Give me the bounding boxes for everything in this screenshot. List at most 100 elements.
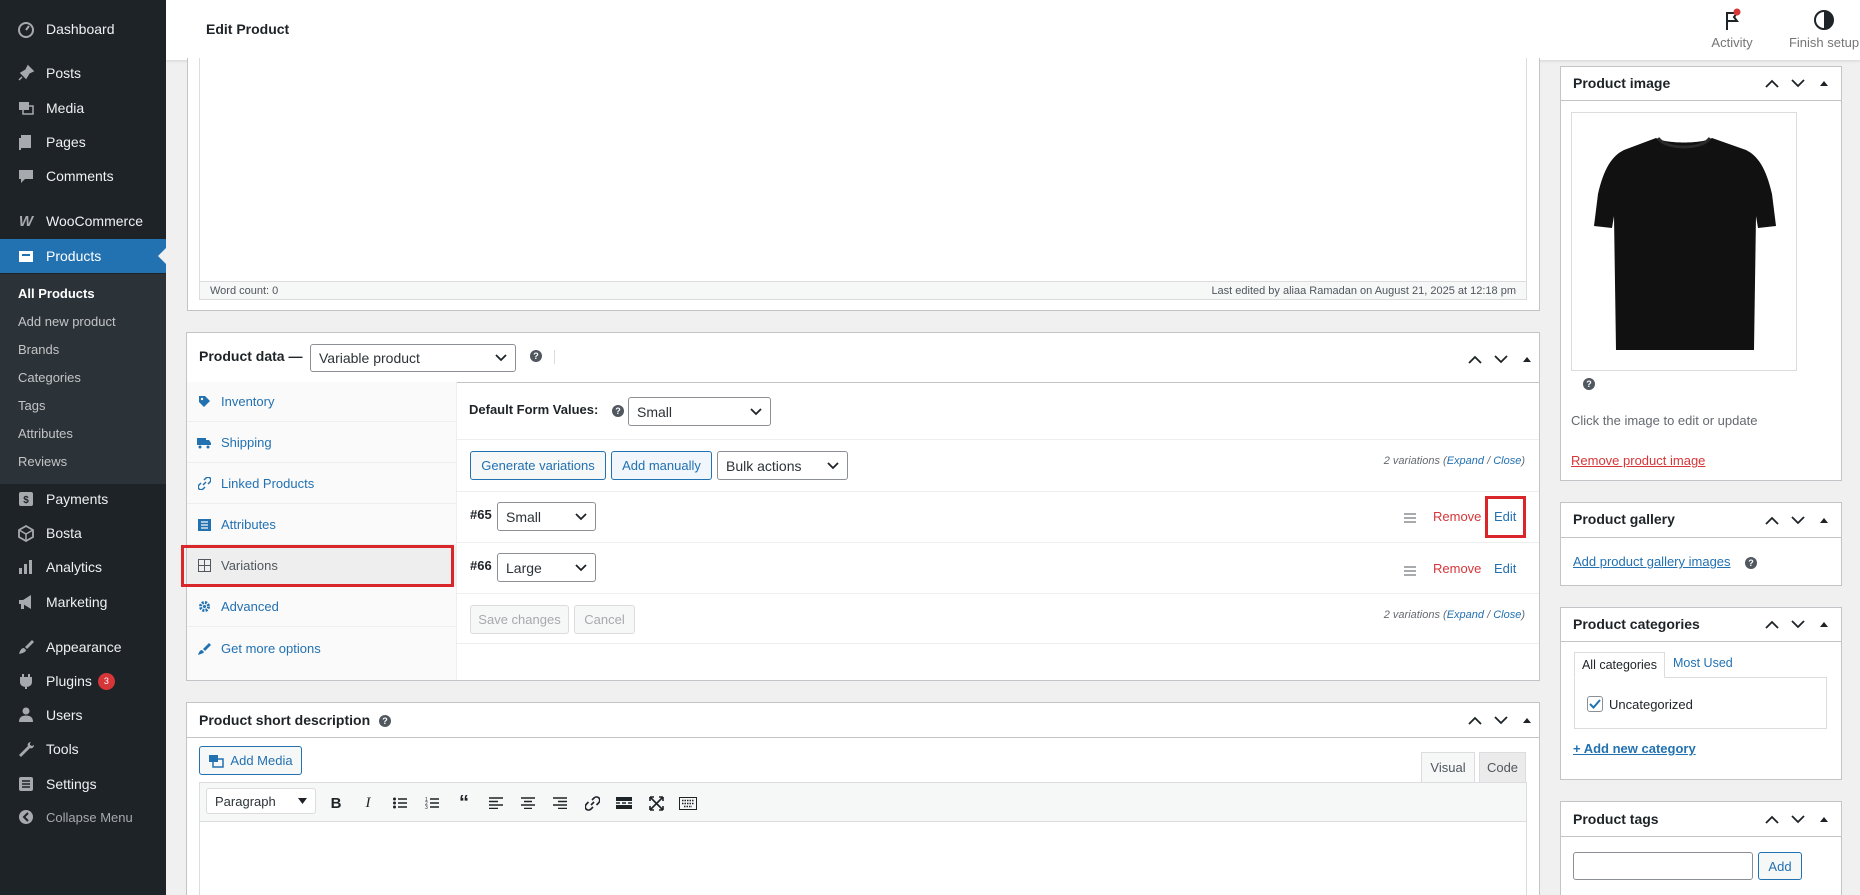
bulk-actions-select[interactable]: Bulk actions — [717, 451, 848, 480]
help-icon[interactable]: ? — [530, 350, 542, 362]
numbered-list-icon[interactable]: 123 — [421, 792, 443, 814]
close-link[interactable]: Close — [1493, 455, 1521, 467]
product-type-select[interactable]: Variable product — [310, 344, 516, 372]
help-icon[interactable]: ? — [1745, 557, 1757, 569]
save-changes-button[interactable]: Save changes — [470, 605, 569, 634]
link-icon[interactable] — [581, 792, 603, 814]
move-down-icon[interactable] — [1789, 511, 1807, 529]
submenu-attributes[interactable]: Attributes — [18, 426, 73, 441]
cancel-button[interactable]: Cancel — [574, 605, 635, 634]
submenu-add-new-product[interactable]: Add new product — [18, 314, 116, 329]
tab-attributes[interactable]: Attributes — [187, 505, 457, 545]
edit-variation-link[interactable]: Edit — [1494, 509, 1516, 524]
help-icon[interactable]: ? — [379, 715, 391, 727]
drag-handle-icon[interactable] — [1404, 511, 1416, 526]
expand-link[interactable]: Expand — [1447, 455, 1484, 467]
tab-linked-products[interactable]: Linked Products — [187, 464, 457, 504]
activity-button[interactable]: Activity — [1692, 8, 1772, 50]
sidebar-item-users[interactable]: Users — [0, 698, 166, 732]
submenu-all-products[interactable]: All Products — [18, 286, 95, 301]
tab-code[interactable]: Code — [1479, 752, 1526, 782]
sidebar-item-dashboard[interactable]: Dashboard — [0, 12, 166, 46]
default-form-select[interactable]: Small — [628, 397, 771, 426]
sidebar-item-appearance[interactable]: Appearance — [0, 630, 166, 664]
content-editor-area[interactable] — [199, 58, 1527, 299]
toggle-panel-icon[interactable] — [1518, 350, 1536, 368]
move-up-icon[interactable] — [1466, 350, 1484, 368]
sidebar-item-media[interactable]: Media — [0, 91, 166, 125]
toggle-panel-icon[interactable] — [1518, 711, 1536, 729]
sidebar-item-comments[interactable]: Comments — [0, 159, 166, 193]
finish-setup-button[interactable]: Finish setup — [1772, 8, 1860, 50]
move-up-icon[interactable] — [1763, 615, 1781, 633]
sidebar-item-woocommerce[interactable]: W WooCommerce — [0, 204, 166, 238]
drag-handle-icon[interactable] — [1404, 564, 1416, 579]
tab-get-more-options[interactable]: Get more options — [187, 628, 457, 668]
submenu-reviews[interactable]: Reviews — [18, 454, 67, 469]
tab-visual[interactable]: Visual — [1421, 752, 1475, 782]
move-up-icon[interactable] — [1763, 74, 1781, 92]
move-up-icon[interactable] — [1763, 511, 1781, 529]
bullet-list-icon[interactable] — [389, 792, 411, 814]
tab-most-used[interactable]: Most Used — [1673, 656, 1733, 670]
sidebar-item-marketing[interactable]: Marketing — [0, 585, 166, 619]
short-description-editor[interactable] — [199, 822, 1527, 895]
sidebar-item-plugins[interactable]: Plugins 3 — [0, 664, 166, 698]
help-icon[interactable]: ? — [1583, 378, 1595, 390]
edit-variation-link[interactable]: Edit — [1494, 561, 1516, 576]
product-image[interactable] — [1571, 112, 1797, 371]
move-down-icon[interactable] — [1789, 810, 1807, 828]
variation-attribute-select[interactable]: Large — [497, 553, 596, 582]
align-right-icon[interactable] — [549, 792, 571, 814]
move-up-icon[interactable] — [1466, 711, 1484, 729]
toggle-panel-icon[interactable] — [1815, 74, 1833, 92]
add-gallery-images-link[interactable]: Add product gallery images — [1573, 554, 1731, 569]
tab-inventory[interactable]: Inventory — [187, 382, 457, 422]
remove-variation-link[interactable]: Remove — [1433, 509, 1481, 524]
submenu-brands[interactable]: Brands — [18, 342, 59, 357]
add-new-category-link[interactable]: + Add new category — [1573, 741, 1696, 756]
remove-variation-link[interactable]: Remove — [1433, 561, 1481, 576]
collapse-menu-button[interactable]: Collapse Menu — [0, 800, 166, 834]
align-left-icon[interactable] — [485, 792, 507, 814]
add-tag-button[interactable]: Add — [1758, 852, 1802, 880]
add-manually-button[interactable]: Add manually — [611, 451, 712, 480]
generate-variations-button[interactable]: Generate variations — [470, 451, 606, 480]
tab-all-categories[interactable]: All categories — [1574, 652, 1665, 678]
sidebar-item-payments[interactable]: $ Payments — [0, 482, 166, 516]
sidebar-item-products[interactable]: Products — [0, 239, 166, 273]
format-select[interactable]: Paragraph — [206, 788, 316, 814]
bold-icon[interactable]: B — [325, 792, 347, 814]
sidebar-item-tools[interactable]: Tools — [0, 732, 166, 766]
sidebar-item-pages[interactable]: Pages — [0, 125, 166, 159]
close-link[interactable]: Close — [1493, 609, 1521, 621]
fullscreen-icon[interactable] — [645, 792, 667, 814]
tab-shipping[interactable]: Shipping — [187, 423, 457, 463]
blockquote-icon[interactable]: “ — [453, 792, 475, 814]
variation-attribute-select[interactable]: Small — [497, 502, 596, 531]
sidebar-item-posts[interactable]: Posts — [0, 56, 166, 90]
submenu-categories[interactable]: Categories — [18, 370, 81, 385]
add-media-button[interactable]: Add Media — [199, 746, 302, 775]
sidebar-item-settings[interactable]: Settings — [0, 767, 166, 801]
toggle-panel-icon[interactable] — [1815, 810, 1833, 828]
help-icon[interactable]: ? — [612, 405, 624, 417]
move-down-icon[interactable] — [1789, 74, 1807, 92]
keyboard-icon[interactable] — [677, 792, 699, 814]
align-center-icon[interactable] — [517, 792, 539, 814]
category-checkbox[interactable] — [1587, 696, 1603, 712]
tab-advanced[interactable]: Advanced — [187, 587, 457, 627]
sidebar-item-analytics[interactable]: Analytics — [0, 550, 166, 584]
tag-input[interactable] — [1573, 852, 1753, 880]
sidebar-item-bosta[interactable]: Bosta — [0, 516, 166, 550]
move-down-icon[interactable] — [1492, 711, 1510, 729]
read-more-icon[interactable] — [613, 792, 635, 814]
remove-product-image-link[interactable]: Remove product image — [1571, 453, 1705, 468]
submenu-tags[interactable]: Tags — [18, 398, 45, 413]
toggle-panel-icon[interactable] — [1815, 615, 1833, 633]
move-down-icon[interactable] — [1789, 615, 1807, 633]
move-up-icon[interactable] — [1763, 810, 1781, 828]
move-down-icon[interactable] — [1492, 350, 1510, 368]
expand-link[interactable]: Expand — [1447, 609, 1484, 621]
italic-icon[interactable]: I — [357, 792, 379, 814]
